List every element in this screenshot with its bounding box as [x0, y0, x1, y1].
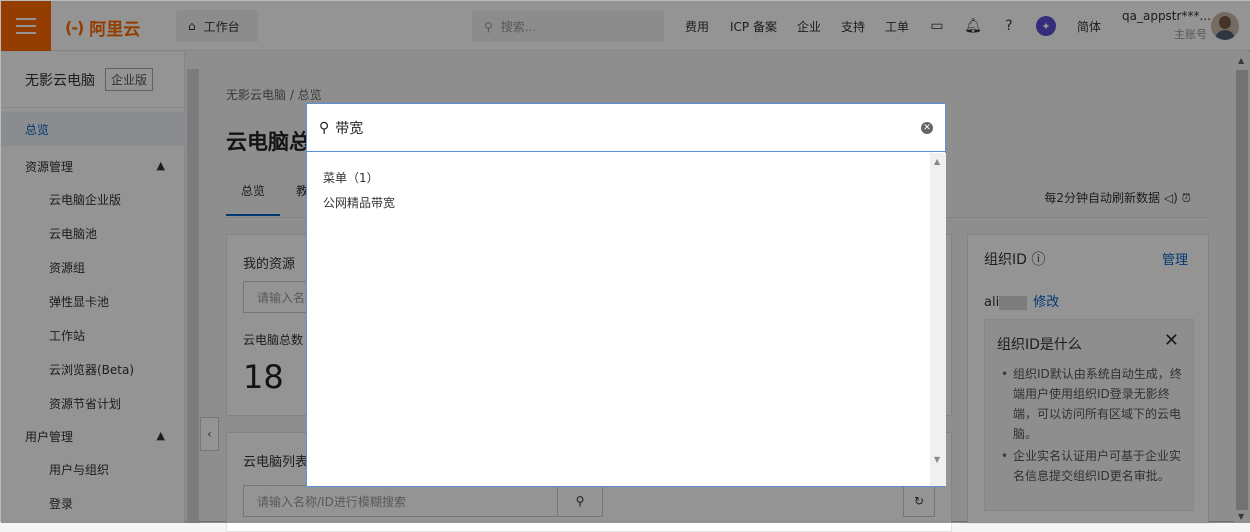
scroll-down-icon[interactable]: ▼ — [934, 455, 940, 464]
result-category: 菜单（1） — [323, 171, 379, 185]
dialog-scrollbar[interactable]: ▲ ▼ — [930, 153, 946, 486]
search-icon: ⚲ — [319, 119, 330, 136]
scroll-up-icon[interactable]: ▲ — [934, 157, 940, 166]
search-dialog: ⚲ 带宽 ✕ 菜单（1） 公网精品带宽 ▲ ▼ — [306, 103, 946, 487]
result-item[interactable]: 公网精品带宽 — [323, 194, 395, 211]
clear-icon[interactable]: ✕ — [921, 122, 933, 134]
dialog-search-input[interactable]: ⚲ 带宽 — [307, 104, 945, 152]
